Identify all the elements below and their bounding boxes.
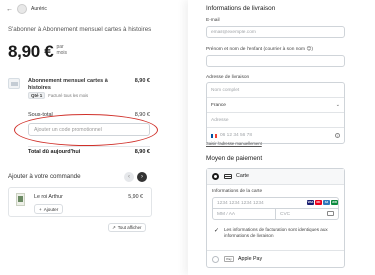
apple-pay-radio[interactable] xyxy=(212,256,219,263)
address-group: Nom complet France ⌄ Adresse 06 12 34 56… xyxy=(206,82,345,144)
card-brand-icons: VISA MC AX JCB xyxy=(307,200,338,205)
total-row: Total dû aujourd'hui 8,90 € xyxy=(28,149,150,155)
mastercard-icon: MC xyxy=(315,200,322,205)
quantity-badge[interactable]: Qté 1 xyxy=(28,92,46,99)
subscription-price: 8,90 € xyxy=(8,42,54,61)
chevron-left-icon: ‹ xyxy=(128,174,130,180)
apple-pay-icon: Pay xyxy=(224,256,234,262)
upsell-title: Ajouter à votre commande xyxy=(8,173,81,180)
card-radio-selected[interactable] xyxy=(212,173,219,180)
total-label: Total dû aujourd'hui xyxy=(28,149,81,155)
price-period-line2: mois xyxy=(56,49,68,56)
add-to-order-button[interactable]: + Ajouter xyxy=(34,204,64,214)
subscribe-title: S'abonner à Abonnement mensuel cartes à … xyxy=(8,26,152,33)
child-name-label: Prénom et nom de l'enfant (courrier à so… xyxy=(206,47,313,52)
visa-icon: VISA xyxy=(307,200,314,205)
manual-address-link[interactable]: Saisir l'adresse manuellement xyxy=(206,141,262,146)
subtotal-label: Sous-total xyxy=(28,112,53,118)
child-name-field[interactable] xyxy=(206,55,345,67)
cvc-card-icon xyxy=(327,211,334,216)
billing-frequency: Facturé tous les mois xyxy=(48,93,89,98)
full-name-field[interactable]: Nom complet xyxy=(207,83,344,98)
apple-pay-option[interactable]: Pay Apple Pay xyxy=(207,250,344,267)
plus-icon: + xyxy=(39,206,42,212)
line-item-name: Abonnement mensuel cartes à histoires xyxy=(28,78,108,91)
shipping-section-title: Informations de livraison xyxy=(206,5,276,12)
total-value: 8,90 € xyxy=(134,149,150,155)
upsell-product-name: Le roi Arthur xyxy=(34,194,63,200)
info-icon[interactable]: i xyxy=(335,133,340,138)
product-thumbnail xyxy=(8,78,20,89)
same-billing-checkbox[interactable]: ✓ xyxy=(214,227,219,234)
expand-icon: ↗ xyxy=(112,224,116,230)
amex-icon: AX xyxy=(323,200,330,205)
promo-code-input[interactable] xyxy=(28,123,150,136)
shop-logo xyxy=(17,4,27,14)
price-period: par mois xyxy=(56,44,68,56)
email-field[interactable] xyxy=(206,26,345,38)
credit-card-icon xyxy=(224,174,232,179)
country-value: France xyxy=(211,102,226,108)
show-all-label: Tout afficher xyxy=(117,225,142,230)
carousel-next-button[interactable]: › xyxy=(137,172,147,182)
divider xyxy=(28,146,150,147)
address-field[interactable]: Adresse xyxy=(207,113,344,128)
price-block: 8,90 € par mois xyxy=(8,42,67,62)
email-label: E-mail xyxy=(206,18,220,23)
show-all-button[interactable]: ↗ Tout afficher xyxy=(108,223,146,232)
shop-name: Auréric xyxy=(31,6,47,12)
back-arrow-icon[interactable]: ← xyxy=(6,6,13,13)
phone-placeholder: 06 12 34 56 78 xyxy=(220,133,253,138)
chevron-down-icon: ⌄ xyxy=(335,102,340,108)
quantity-line: Qté 1 Facturé tous les mois xyxy=(28,92,88,99)
card-info-label: Informations de la carte xyxy=(212,189,263,194)
same-billing-label: Les informations de facturation sont ide… xyxy=(224,227,328,238)
add-button-label: Ajouter xyxy=(43,206,59,212)
carousel-prev-button[interactable]: ‹ xyxy=(124,172,134,182)
expiry-field[interactable] xyxy=(212,208,276,220)
address-label: Adresse de livraison xyxy=(206,75,250,80)
france-flag-icon xyxy=(211,133,217,138)
subtotal-row: Sous-total 8,90 € xyxy=(28,112,150,118)
subtotal-value: 8,90 € xyxy=(134,112,150,118)
country-select[interactable]: France ⌄ xyxy=(207,98,344,113)
upsell-product-price: 5,90 € xyxy=(128,194,143,200)
chevron-right-icon: › xyxy=(141,174,143,180)
order-summary-panel: ← Auréric S'abonner à Abonnement mensuel… xyxy=(0,0,188,275)
line-item-price: 8,90 € xyxy=(134,78,150,84)
payment-method-box: Carte Informations de la carte VISA MC A… xyxy=(206,168,345,268)
upsell-product-card: Le roi Arthur 5,90 € + Ajouter xyxy=(8,187,152,217)
jcb-icon: JCB xyxy=(331,200,338,205)
card-option[interactable]: Carte xyxy=(207,169,344,185)
apple-pay-label: Apple Pay xyxy=(238,256,263,262)
card-option-label: Carte xyxy=(236,173,249,179)
book-thumbnail xyxy=(16,193,25,206)
header-bar: ← Auréric xyxy=(6,4,47,14)
payment-section-title: Moyen de paiement xyxy=(206,155,263,162)
